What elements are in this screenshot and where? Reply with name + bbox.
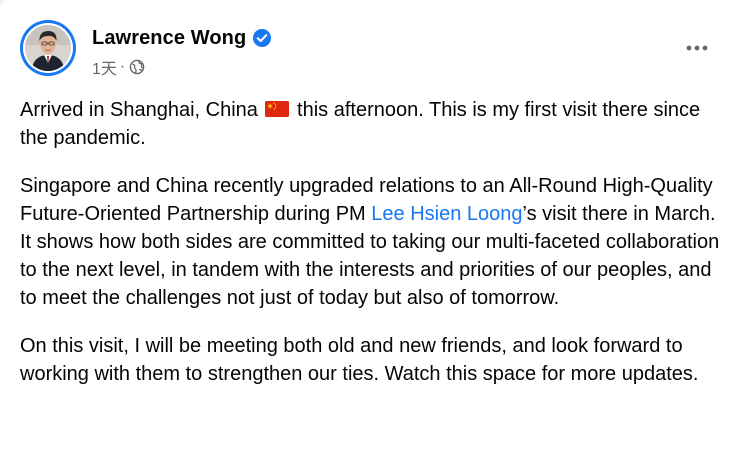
post-paragraph-3: On this visit, I will be meeting both ol…: [20, 332, 720, 388]
profile-photo-icon: [25, 25, 71, 71]
post-header: Lawrence Wong 1天 ·: [20, 20, 717, 84]
more-options-button[interactable]: [677, 28, 717, 68]
author-row: Lawrence Wong: [92, 26, 272, 50]
more-options-icon: [686, 45, 708, 51]
mention-link[interactable]: Lee Hsien Loong: [371, 203, 522, 225]
avatar-photo: [23, 23, 73, 73]
china-flag-icon: [265, 97, 290, 117]
paragraph-text: Arrived in Shanghai, China: [20, 99, 264, 121]
post-body: Arrived in Shanghai, China this afternoo…: [20, 96, 720, 408]
post-paragraph-1: Arrived in Shanghai, China this afternoo…: [20, 96, 720, 152]
post-paragraph-2: Singapore and China recently upgraded re…: [20, 172, 720, 312]
meta-separator: ·: [119, 58, 126, 75]
paragraph-text: On this visit, I will be meeting both ol…: [20, 335, 699, 385]
avatar[interactable]: [20, 20, 76, 76]
post-card: Lawrence Wong 1天 · Arrived in Shanghai, …: [0, 0, 737, 455]
globe-icon[interactable]: [129, 59, 145, 75]
verified-badge-icon: [252, 28, 272, 48]
post-timestamp[interactable]: 1天: [92, 55, 117, 79]
post-meta: 1天 ·: [92, 56, 145, 78]
author-name[interactable]: Lawrence Wong: [92, 27, 246, 50]
